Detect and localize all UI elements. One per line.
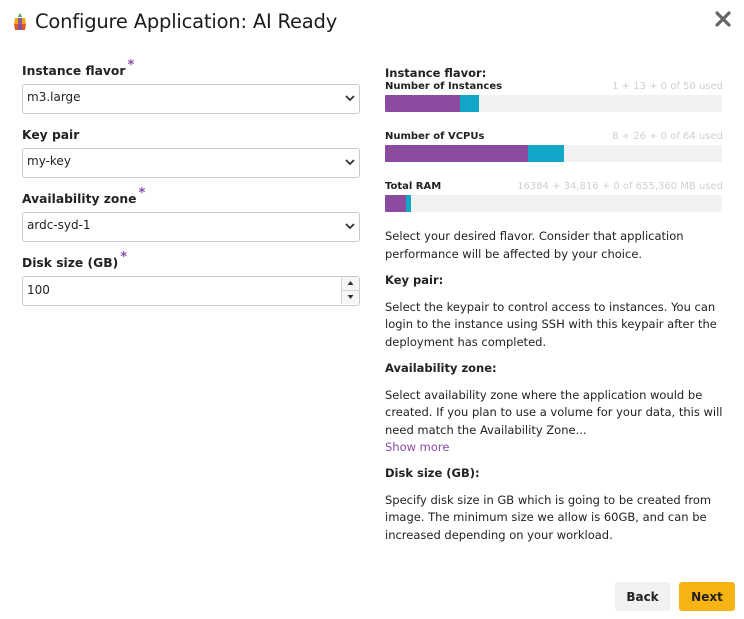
chevron-up-icon (347, 281, 354, 285)
instance-flavor-field: Instance flavor * m3.large (22, 58, 360, 126)
availability-zone-value: ardc-syd-1 (27, 218, 91, 232)
zone-help-text: Select availability zone where the appli… (385, 387, 723, 437)
required-marker: * (138, 186, 146, 201)
decrement-button[interactable] (341, 291, 359, 304)
quota-heading: Instance flavor: (385, 66, 487, 80)
disk-help-text: Specify disk size in GB which is going t… (385, 492, 712, 542)
availability-zone-label: Availability zone * (22, 186, 146, 206)
help-column: Instance flavor: Number of Instances 1 +… (385, 66, 723, 544)
meter-name: Number of VCPUs (385, 131, 485, 142)
show-more-link[interactable]: Show more (385, 439, 723, 456)
next-button[interactable]: Next (679, 582, 735, 611)
disk-help-heading: Disk size (GB): (385, 466, 480, 480)
quota-meter-ram: Total RAM 16384 + 34,816 + 0 of 655,360 … (385, 181, 723, 212)
close-icon[interactable] (714, 10, 732, 28)
quota-bar (385, 145, 722, 162)
back-button[interactable]: Back (615, 582, 670, 611)
quota-bar-current (385, 145, 529, 162)
key-pair-select[interactable]: my-key (22, 148, 360, 178)
availability-zone-select[interactable]: ardc-syd-1 (22, 212, 360, 242)
meter-usage: 8 + 26 + 0 of 64 used (612, 131, 723, 142)
instance-flavor-label: Instance flavor * (22, 58, 135, 78)
quota-bar-current (385, 195, 407, 212)
key-pair-value: my-key (27, 154, 71, 168)
quota-bar (385, 195, 722, 212)
meter-usage: 16384 + 34,816 + 0 of 655,360 MB used (517, 181, 723, 192)
instance-flavor-select[interactable]: m3.large (22, 84, 360, 114)
increment-button[interactable] (341, 277, 359, 291)
disk-size-input[interactable] (27, 277, 327, 303)
meter-name: Number of Instances (385, 81, 503, 92)
chevron-down-icon (345, 95, 355, 102)
disk-size-field: Disk size (GB) * (22, 250, 360, 318)
chevron-down-icon (347, 295, 354, 299)
key-pair-help-heading: Key pair: (385, 273, 444, 287)
meter-usage: 1 + 13 + 0 of 50 used (612, 81, 723, 92)
required-marker: * (120, 250, 128, 265)
flavor-help-text: Select your desired flavor. Consider tha… (385, 229, 684, 261)
app-logo-icon (14, 13, 26, 30)
key-pair-field: Key pair my-key (22, 126, 360, 190)
form-column: Instance flavor * m3.large Key pair my-ke… (22, 58, 360, 318)
quota-bar (385, 95, 722, 112)
quota-bar-added (528, 145, 565, 162)
quota-bar-current (385, 95, 461, 112)
meter-name: Total RAM (385, 181, 442, 192)
dialog-title: Configure Application: AI Ready (35, 10, 338, 33)
quota-bar-added (460, 95, 480, 112)
zone-help-heading: Availability zone: (385, 361, 497, 375)
disk-size-label: Disk size (GB) * (22, 250, 128, 270)
chevron-down-icon (345, 223, 355, 230)
quota-meter-vcpus: Number of VCPUs 8 + 26 + 0 of 64 used (385, 131, 723, 162)
disk-size-stepper (22, 276, 360, 306)
required-marker: * (127, 58, 135, 73)
chevron-down-icon (345, 159, 355, 166)
key-pair-label: Key pair (22, 128, 80, 142)
quota-meter-instances: Number of Instances 1 + 13 + 0 of 50 use… (385, 81, 723, 112)
dialog-header: Configure Application: AI Ready (12, 10, 732, 40)
availability-zone-field: Availability zone * ardc-syd-1 (22, 186, 360, 254)
instance-flavor-value: m3.large (27, 90, 81, 104)
key-pair-help-text: Select the keypair to control access to … (385, 299, 717, 349)
quota-bar-added (406, 195, 412, 212)
